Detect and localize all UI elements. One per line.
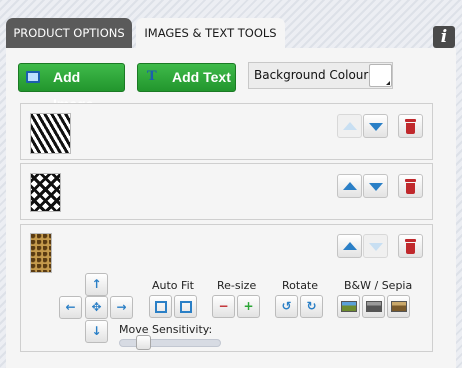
delete-button[interactable] (398, 114, 423, 138)
trash-icon (405, 239, 416, 242)
bw-filter-button[interactable] (362, 295, 385, 318)
photo-bw-icon (366, 301, 382, 312)
color-filter-button[interactable] (337, 295, 360, 318)
nudge-right-button[interactable]: → (110, 296, 133, 319)
arrow-down-icon (369, 123, 383, 131)
trash-icon (405, 119, 416, 122)
fit-width-button[interactable] (149, 295, 172, 318)
photo-sepia-icon (391, 301, 407, 312)
rotate-right-button[interactable]: ↻ (300, 295, 323, 318)
arrow-down-icon (369, 243, 383, 251)
rotate-left-button[interactable]: ↺ (275, 295, 298, 318)
move-icon: ✥ (91, 300, 102, 314)
move-up-button[interactable] (337, 114, 362, 138)
nudge-left-button[interactable]: ← (59, 296, 82, 319)
arrow-right-icon: → (116, 300, 127, 314)
delete-button[interactable] (398, 234, 423, 258)
image-icon (26, 71, 40, 83)
nudge-down-button[interactable]: ↓ (85, 320, 108, 343)
arrow-left-icon: ← (65, 300, 76, 314)
add-text-label: Add Text (172, 69, 231, 85)
move-sensitivity-slider[interactable] (119, 339, 221, 347)
layer-row (20, 163, 433, 220)
layer-thumbnail[interactable] (30, 233, 52, 273)
bw-sepia-label: B&W / Sepia (344, 279, 413, 292)
zoom-in-button[interactable]: + (237, 295, 260, 318)
arrow-down-icon (369, 183, 383, 191)
rotate-right-icon: ↻ (306, 299, 317, 313)
arrow-down-icon: ↓ (91, 324, 102, 338)
fit-height-button[interactable] (174, 295, 197, 318)
trash-icon-body (406, 243, 415, 254)
background-colour-label: Background Colour (254, 68, 369, 82)
tab-product-options[interactable]: PRODUCT OPTIONS (6, 18, 132, 48)
zoom-in-icon: + (243, 299, 254, 313)
auto-fit-label: Auto Fit (152, 279, 194, 292)
add-text-button[interactable]: T Add Text (137, 63, 236, 92)
trash-icon (405, 179, 416, 182)
layer-thumbnail[interactable] (30, 173, 61, 212)
tab-images-text-tools[interactable]: IMAGES & TEXT TOOLS (136, 18, 285, 48)
fit-height-icon (180, 301, 192, 313)
delete-button[interactable] (398, 174, 423, 198)
move-up-button[interactable] (337, 174, 362, 198)
photo-color-icon (341, 301, 357, 312)
move-down-button[interactable] (363, 174, 388, 198)
fit-width-icon (155, 301, 167, 313)
move-up-button[interactable] (337, 234, 362, 258)
colour-swatch[interactable] (369, 64, 392, 87)
arrow-up-icon (343, 122, 357, 130)
arrow-up-icon (343, 182, 357, 190)
sepia-filter-button[interactable] (387, 295, 410, 318)
trash-icon-body (406, 123, 415, 134)
zoom-out-button[interactable]: − (212, 295, 235, 318)
nudge-up-button[interactable]: ↑ (85, 273, 108, 296)
rotate-left-icon: ↺ (281, 299, 292, 313)
resize-label: Re-size (217, 279, 257, 292)
move-sensitivity-label: Move Sensitivity: (119, 323, 213, 336)
text-icon: T (147, 69, 157, 84)
arrow-up-icon (343, 242, 357, 250)
background-colour-picker[interactable]: Background Colour (248, 62, 393, 89)
info-icon[interactable]: i (433, 26, 455, 48)
layer-row (20, 103, 433, 160)
zoom-out-icon: − (218, 299, 229, 313)
rotate-label: Rotate (282, 279, 319, 292)
move-down-button[interactable] (363, 114, 388, 138)
layer-thumbnail[interactable] (30, 113, 71, 154)
arrow-up-icon: ↑ (91, 277, 102, 291)
trash-icon-body (406, 183, 415, 194)
add-image-button[interactable]: Add Image (18, 63, 125, 112)
move-down-button[interactable] (363, 234, 388, 258)
center-button[interactable]: ✥ (85, 296, 108, 319)
slider-handle[interactable] (136, 335, 151, 350)
